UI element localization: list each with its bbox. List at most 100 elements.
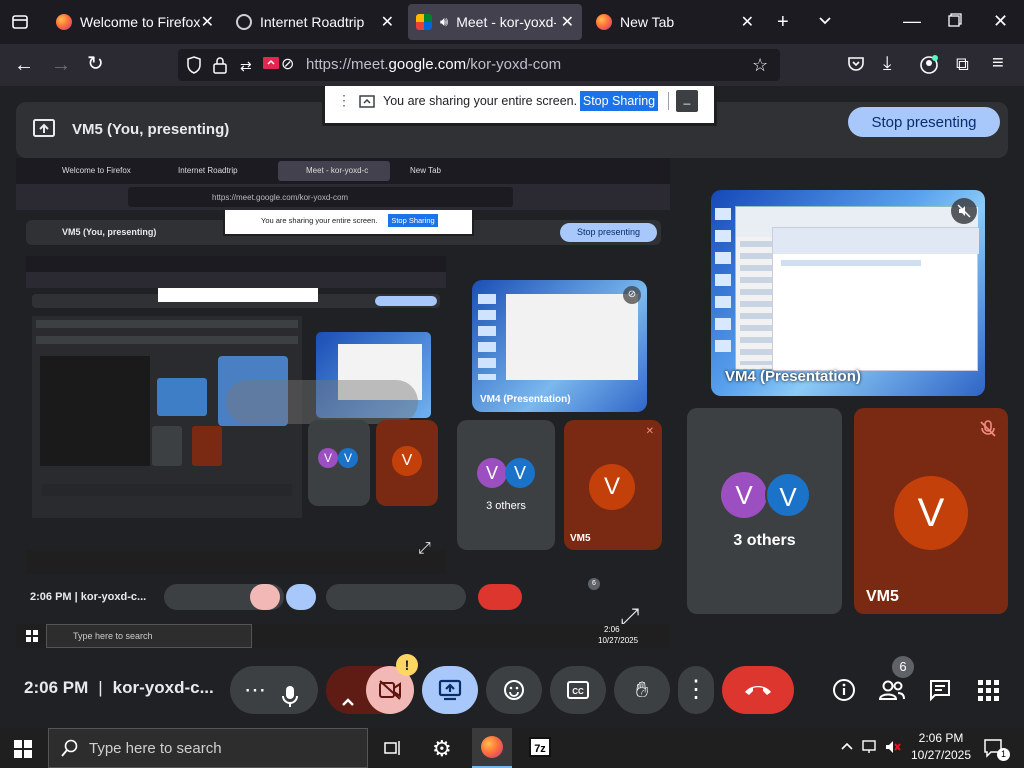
- mirror-mic-off-icon: ✕: [645, 426, 654, 437]
- lock-icon[interactable]: [213, 56, 227, 77]
- meeting-details-icon[interactable]: [832, 678, 856, 707]
- mirror-search-box: Type here to search: [46, 624, 252, 648]
- downloads-icon[interactable]: ⤓: [883, 54, 891, 73]
- reload-icon[interactable]: ↻: [87, 54, 104, 74]
- pocket-icon[interactable]: [847, 56, 865, 75]
- close-window-icon[interactable]: ✕: [993, 12, 1008, 30]
- mirror-desktop-icons: [478, 294, 496, 380]
- mirror-tray-time: 2:06: [604, 625, 620, 634]
- seven-zip-icon[interactable]: 7z: [529, 737, 551, 757]
- extensions-icon[interactable]: ⧉: [956, 55, 969, 73]
- mirror-end-call: [478, 584, 522, 610]
- camera-blocked-icon[interactable]: ⊘: [281, 56, 294, 74]
- tile-muted-icon[interactable]: [951, 198, 977, 224]
- avatar-blue: V: [765, 472, 811, 518]
- close-tab-icon[interactable]: ✕: [381, 12, 394, 32]
- notification-count-badge: 1: [997, 748, 1010, 761]
- microphone-icon[interactable]: [282, 678, 298, 726]
- search-placeholder: Type here to search: [89, 740, 222, 757]
- chat-icon[interactable]: [928, 678, 952, 707]
- present-now-button[interactable]: [422, 666, 478, 714]
- close-tab-icon[interactable]: ✕: [201, 12, 214, 32]
- activities-grid-icon[interactable]: [976, 678, 1000, 707]
- mirror-stop-sharing: Stop Sharing: [388, 214, 438, 227]
- menu-hamburger-icon[interactable]: ≡: [992, 53, 1004, 73]
- close-tab-icon[interactable]: ✕: [741, 12, 754, 32]
- forward-arrow-icon[interactable]: →: [51, 55, 71, 75]
- mirror-participants-count: 6: [588, 578, 600, 590]
- network-icon[interactable]: [862, 739, 880, 760]
- screen-share-indicator-icon[interactable]: [262, 56, 280, 75]
- minimize-window-icon[interactable]: —: [903, 12, 921, 30]
- others-tile[interactable]: V V 3 others: [687, 408, 842, 614]
- speaker-icon[interactable]: 🔊︎: [440, 14, 448, 30]
- presentation-tile[interactable]: VM4 (Presentation): [711, 190, 985, 396]
- restore-window-icon[interactable]: [948, 12, 962, 30]
- mirror-avatar-purple: V: [477, 458, 507, 488]
- back-arrow-icon[interactable]: ←: [14, 55, 34, 75]
- search-icon: [61, 739, 79, 762]
- captions-button[interactable]: CC: [550, 666, 606, 714]
- taskbar-firefox-button[interactable]: [472, 728, 512, 768]
- address-bar[interactable]: ⇄ ⊘ https://meet.google.com/kor-yoxd-com…: [178, 49, 780, 81]
- leave-call-button[interactable]: [722, 666, 794, 714]
- tab-welcome-firefox[interactable]: Welcome to Firefox ✕: [48, 4, 222, 40]
- nested-vm5-tile: V: [376, 420, 438, 506]
- windows-taskbar: Type here to search ⚙ 7z 2:06 PM 10/27/2…: [0, 728, 1024, 768]
- mirror-stop-presenting: Stop presenting: [560, 223, 657, 242]
- nested-taskbar: [26, 550, 446, 574]
- banner-minimize-button[interactable]: _: [676, 90, 698, 112]
- taskbar-time[interactable]: 2:06 PM: [912, 731, 970, 745]
- camera-options-chevron-icon[interactable]: [340, 679, 356, 727]
- mirror-nav-bar: https://meet.google.com/kor-yoxd-com: [16, 184, 670, 210]
- emoji-icon: [504, 680, 524, 700]
- hang-up-icon: [745, 686, 771, 695]
- settings-gear-icon[interactable]: ⚙: [432, 736, 452, 762]
- mirror-search-text: Type here to search: [73, 631, 153, 641]
- mirror-present-btn: [286, 584, 316, 610]
- google-meet-icon: [416, 14, 432, 30]
- meet-main: VM5 (You, presenting) Stop presenting ⋮ …: [0, 86, 1024, 728]
- mirror-misc-buttons: [326, 584, 466, 610]
- windows-start-icon[interactable]: [14, 740, 32, 763]
- remote-desktop-icons: [715, 208, 731, 358]
- reactions-button[interactable]: [486, 666, 542, 714]
- camera-group: !: [326, 654, 418, 714]
- close-tab-icon[interactable]: ✕: [561, 12, 574, 32]
- taskbar-date[interactable]: 10/27/2025: [908, 748, 974, 762]
- people-icon[interactable]: [878, 678, 906, 707]
- show-hidden-icons-chevron[interactable]: [840, 739, 854, 758]
- captions-icon: CC: [567, 681, 589, 699]
- tab-new-tab[interactable]: New Tab ✕: [588, 4, 762, 40]
- permissions-icon[interactable]: ⇄: [240, 57, 252, 75]
- list-all-tabs-chevron-icon[interactable]: [817, 12, 833, 31]
- stop-sharing-button[interactable]: Stop Sharing: [580, 91, 658, 111]
- nested-share-banner: [158, 288, 318, 302]
- raise-hand-button[interactable]: ✋︎: [614, 666, 670, 714]
- account-icon[interactable]: [919, 55, 939, 78]
- vm5-self-tile[interactable]: V VM5: [854, 408, 1008, 614]
- tab-overview-icon[interactable]: [11, 13, 29, 34]
- task-view-icon[interactable]: [383, 739, 401, 762]
- nested-avatar: V: [392, 446, 422, 476]
- taskbar-search-box[interactable]: Type here to search: [48, 728, 368, 768]
- mirror-share-banner: You are sharing your entire screen. Stop…: [223, 210, 474, 236]
- more-audio-options-icon[interactable]: ⋯: [244, 666, 266, 714]
- drag-handle-icon[interactable]: ⋮: [337, 92, 351, 109]
- stop-presenting-button[interactable]: Stop presenting: [848, 107, 1000, 137]
- tab-google-meet[interactable]: 🔊︎ Meet - kor-yoxd-com ✕: [408, 4, 582, 40]
- mirror-vm5-tile: V ✕ VM5: [564, 420, 662, 550]
- tab-internet-roadtrip[interactable]: Internet Roadtrip ✕: [228, 4, 402, 40]
- avatar-purple: V: [721, 472, 767, 518]
- url-text[interactable]: https://meet.google.com/kor-yoxd-com: [306, 56, 561, 73]
- firefox-icon: [56, 14, 72, 30]
- volume-muted-icon[interactable]: [884, 739, 902, 760]
- shield-icon[interactable]: [186, 56, 202, 77]
- vm5-avatar: V: [894, 476, 968, 550]
- nested-stop-presenting: [375, 296, 437, 306]
- bookmark-star-icon[interactable]: ☆: [752, 56, 768, 74]
- new-tab-plus-icon[interactable]: +: [777, 12, 789, 32]
- mirror-tab-3-title: Meet - kor-yoxd-c: [306, 166, 369, 175]
- mirror-expand-icon: ⤢: [418, 540, 431, 557]
- more-options-button[interactable]: ⋮: [678, 666, 714, 714]
